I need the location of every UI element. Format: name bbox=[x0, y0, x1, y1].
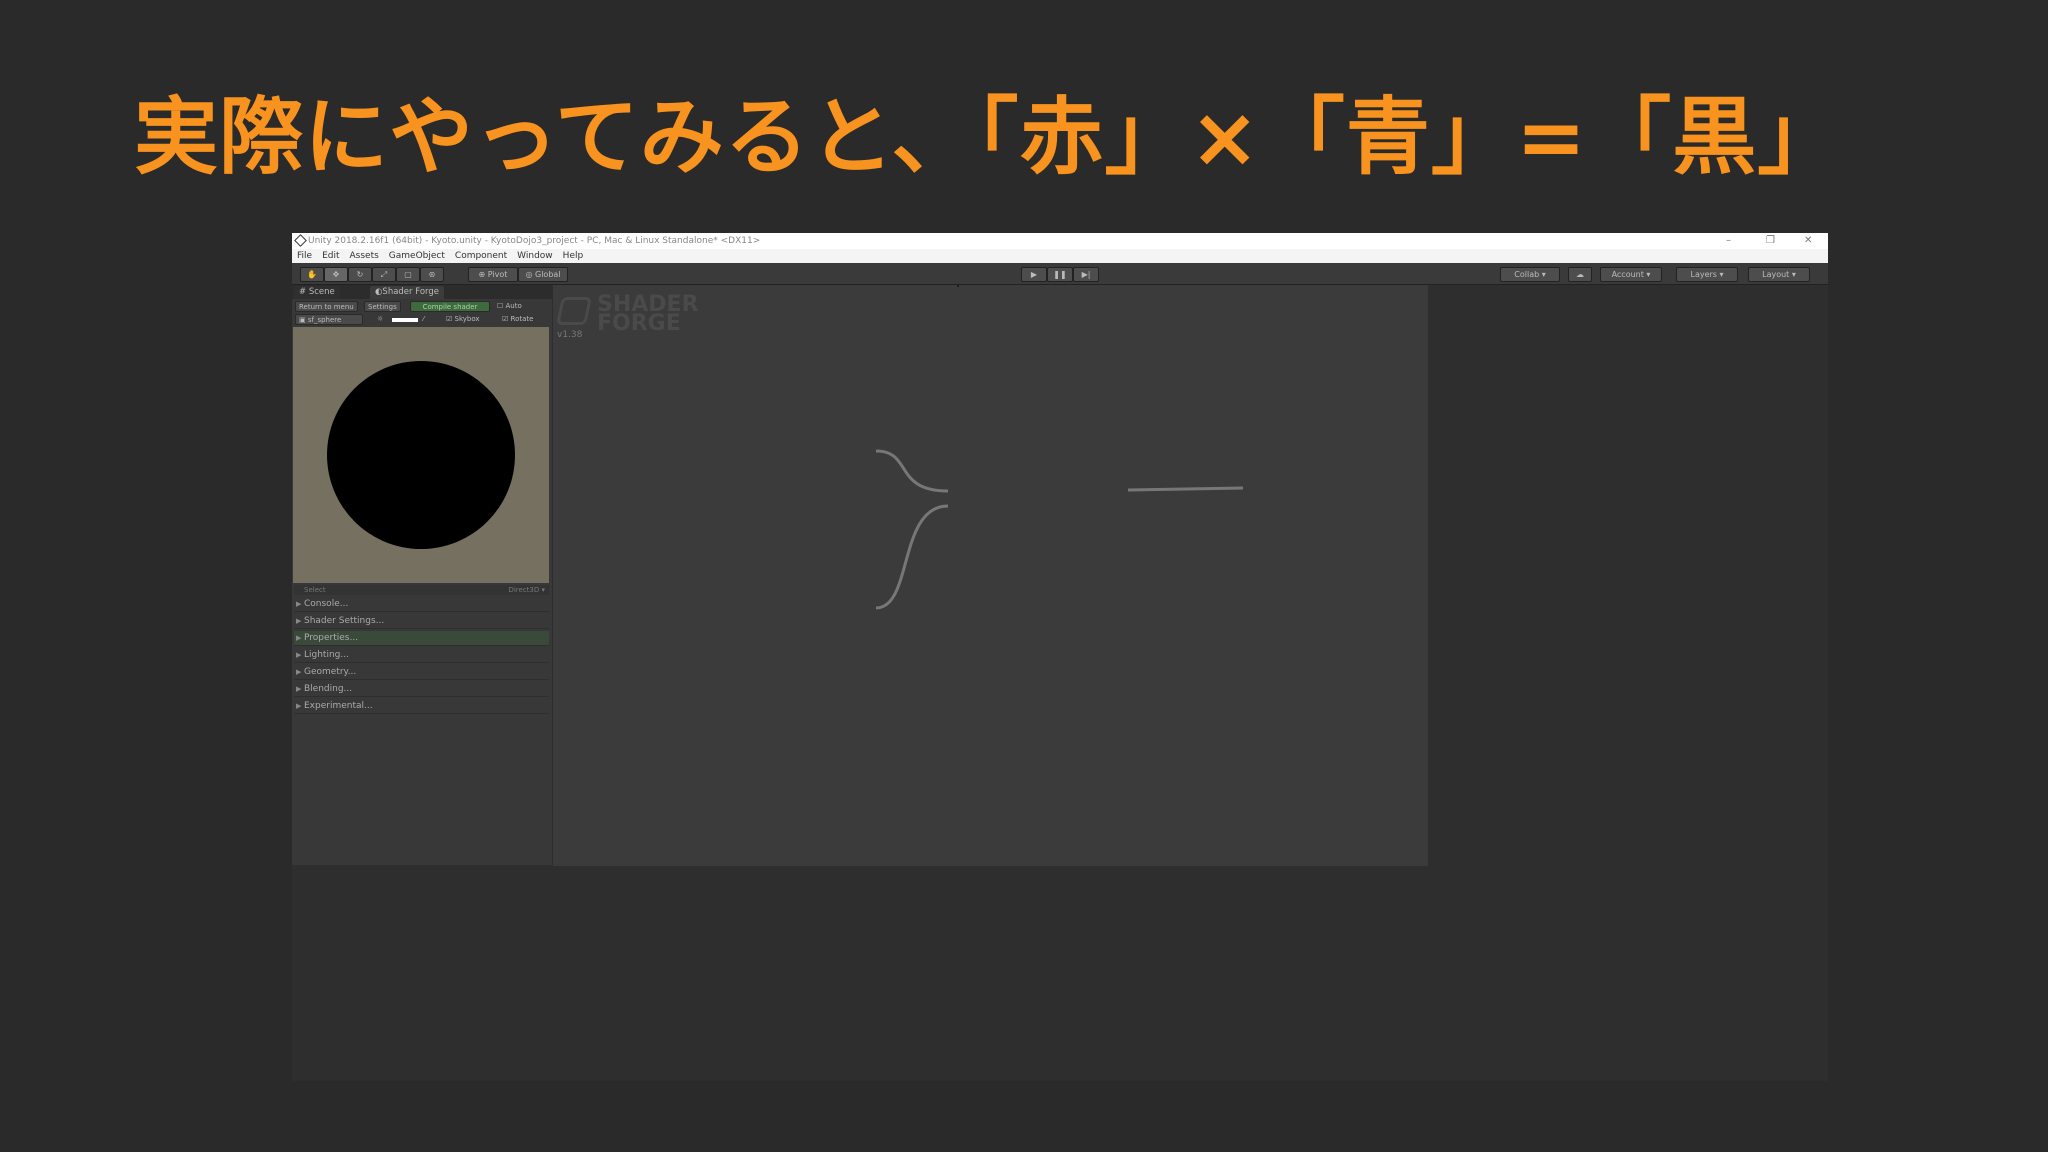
compile-shader-button[interactable]: Compile shader bbox=[410, 301, 490, 312]
section-blending[interactable]: ▶ Blending... bbox=[294, 682, 549, 697]
expand-arrow-icon: ▶ bbox=[296, 651, 302, 659]
cloud-icon[interactable]: ☁ bbox=[1568, 267, 1592, 282]
layout-dropdown[interactable]: Layout ▾ bbox=[1748, 267, 1810, 282]
select-label[interactable]: Select bbox=[304, 585, 326, 595]
menu-window[interactable]: Window bbox=[512, 249, 558, 263]
preview-footer: Select Direct3D ▾ bbox=[294, 585, 549, 595]
pivot-toggle[interactable]: ⊕ Pivot bbox=[468, 267, 518, 282]
connection-multiply-to-emission bbox=[1127, 486, 1244, 492]
expand-arrow-icon: ▶ bbox=[296, 600, 302, 608]
preview-sphere bbox=[327, 361, 515, 549]
connection-color2-to-b bbox=[875, 504, 949, 610]
minimize-icon[interactable]: – bbox=[1726, 233, 1731, 249]
rotate-toggle[interactable]: ☑ Rotate bbox=[499, 314, 536, 325]
menu-assets[interactable]: Assets bbox=[345, 249, 384, 263]
return-to-menu-button[interactable]: Return to menu bbox=[295, 301, 358, 312]
unity-logo-icon bbox=[294, 234, 307, 247]
layers-dropdown[interactable]: Layers ▾ bbox=[1676, 267, 1738, 282]
section-shader-settings[interactable]: ▶ Shader Settings... bbox=[294, 614, 549, 629]
unity-window: Unity 2018.2.16f1 (64bit) - Kyoto.unity … bbox=[292, 233, 1828, 1081]
expand-arrow-icon: ▶ bbox=[296, 634, 302, 642]
light-icon[interactable]: ☼ bbox=[374, 314, 386, 325]
node-connections bbox=[875, 449, 1244, 610]
menu-help[interactable]: Help bbox=[558, 249, 589, 263]
rotate-tool-icon[interactable]: ↻ bbox=[348, 267, 372, 282]
collab-dropdown[interactable]: Collab ▾ bbox=[1500, 267, 1560, 282]
expand-arrow-icon: ▶ bbox=[296, 702, 302, 710]
left-tab-row: # Scene ◐Shader Forge bbox=[292, 285, 552, 299]
light-color-swatch[interactable] bbox=[392, 318, 418, 322]
settings-button[interactable]: Settings bbox=[364, 301, 401, 312]
transform-tool-icon[interactable]: ⊛ bbox=[420, 267, 444, 282]
rotate-checkbox[interactable]: ☑ bbox=[502, 315, 508, 323]
scale-tool-icon[interactable]: ⤢ bbox=[372, 267, 396, 282]
step-button[interactable]: ▶| bbox=[1073, 267, 1099, 282]
shader-forge-side-panel: # Scene ◐Shader Forge Return to menu Set… bbox=[292, 285, 552, 865]
material-preview[interactable] bbox=[293, 327, 549, 583]
move-tool-icon[interactable]: ✥ bbox=[324, 267, 348, 282]
expand-arrow-icon: ▶ bbox=[296, 668, 302, 676]
expand-arrow-icon: ▶ bbox=[296, 617, 302, 625]
main-toolbar: ✋ ✥ ↻ ⤢ ▢ ⊛ ⊕ Pivot ◎ Global ▶ ❚❚ ▶| Col… bbox=[292, 263, 1828, 285]
maximize-icon[interactable]: ❐ bbox=[1766, 233, 1775, 249]
expand-arrow-icon: ▶ bbox=[296, 685, 302, 693]
play-button[interactable]: ▶ bbox=[1021, 267, 1047, 282]
renderer-select[interactable]: Direct3D ▾ bbox=[508, 585, 545, 595]
scene-icon: # bbox=[299, 287, 307, 297]
auto-toggle[interactable]: ☐ Auto bbox=[494, 301, 525, 312]
node-canvas[interactable]: SHADER FORGE v1.38 bbox=[553, 285, 1428, 866]
hand-tool-icon[interactable]: ✋ bbox=[300, 267, 324, 282]
auto-checkbox[interactable]: ☐ bbox=[497, 302, 503, 310]
section-lighting[interactable]: ▶ Lighting... bbox=[294, 648, 549, 663]
menu-edit[interactable]: Edit bbox=[317, 249, 344, 263]
menu-file[interactable]: File bbox=[292, 249, 317, 263]
eyedropper-icon[interactable]: ⁄ bbox=[420, 314, 427, 325]
section-properties[interactable]: ▶ Properties... bbox=[294, 631, 549, 646]
global-toggle[interactable]: ◎ Global bbox=[518, 267, 568, 282]
tab-shader-forge[interactable]: ◐Shader Forge bbox=[370, 286, 444, 299]
close-icon[interactable]: ✕ bbox=[1804, 233, 1812, 249]
slide-title: 実際にやってみると、「赤」×「青」=「黒」 bbox=[134, 88, 1843, 186]
pivot-icon: ⊕ bbox=[478, 270, 488, 279]
window-titlebar: Unity 2018.2.16f1 (64bit) - Kyoto.unity … bbox=[292, 233, 1828, 249]
menu-component[interactable]: Component bbox=[450, 249, 512, 263]
section-experimental[interactable]: ▶ Experimental... bbox=[294, 699, 549, 714]
account-dropdown[interactable]: Account ▾ bbox=[1600, 267, 1662, 282]
window-title: Unity 2018.2.16f1 (64bit) - Kyoto.unity … bbox=[308, 236, 761, 246]
connection-color1-to-a bbox=[875, 449, 949, 493]
skybox-checkbox[interactable]: ☑ bbox=[446, 315, 452, 323]
rect-tool-icon[interactable]: ▢ bbox=[396, 267, 420, 282]
section-console[interactable]: ▶ Console... bbox=[294, 597, 549, 612]
skybox-toggle[interactable]: ☑ Skybox bbox=[443, 314, 483, 325]
pause-button[interactable]: ❚❚ bbox=[1047, 267, 1073, 282]
globe-icon: ◎ bbox=[525, 270, 535, 279]
menu-bar: File Edit Assets GameObject Component Window H… bbox=[292, 249, 1828, 263]
preview-mesh-select[interactable]: ▣ sf_sphere bbox=[295, 314, 363, 325]
tab-scene[interactable]: # Scene bbox=[294, 286, 340, 299]
mesh-icon: ▣ bbox=[299, 316, 308, 324]
menu-gameobject[interactable]: GameObject bbox=[384, 249, 450, 263]
section-geometry[interactable]: ▶ Geometry... bbox=[294, 665, 549, 680]
